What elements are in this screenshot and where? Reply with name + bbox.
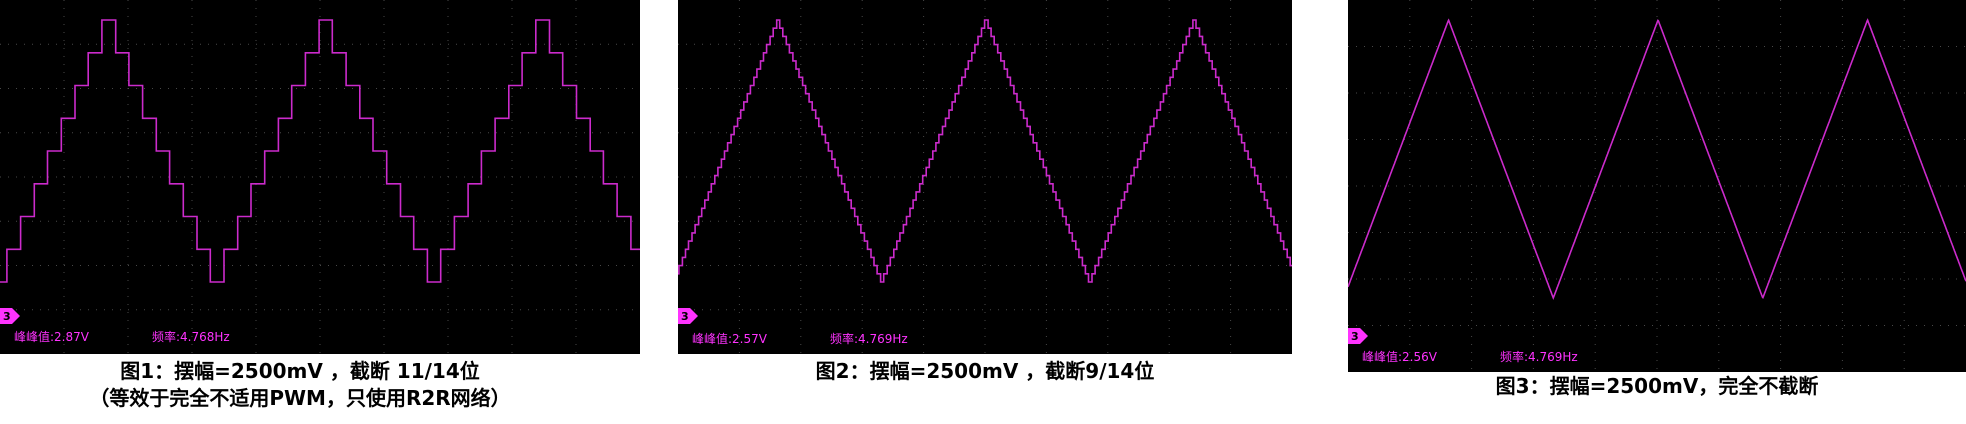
scope-plot-3: 3峰峰值:2.56V 频率:4.769Hz bbox=[1348, 0, 1966, 372]
caption-1-line1: 图1：摆幅=2500mV ，截断 11/14位 bbox=[120, 359, 480, 383]
waveform-trace bbox=[0, 19, 640, 283]
caption-1-line2: （等效于完全不适用PWM，只使用R2R网络） bbox=[89, 386, 511, 410]
caption-3: 图3：摆幅=2500mV，完全不截断 bbox=[1348, 373, 1966, 400]
caption-1: 图1：摆幅=2500mV ，截断 11/14位 （等效于完全不适用PWM，只使用… bbox=[0, 358, 680, 412]
scope-grid bbox=[1348, 0, 1966, 372]
frequency-readout: 频率:4.769Hz bbox=[830, 331, 908, 346]
channel-label: 3 bbox=[3, 310, 11, 323]
scope-plot-1: 3峰峰值:2.87V 频率:4.768Hz bbox=[0, 0, 640, 354]
frequency-readout: 频率:4.768Hz bbox=[152, 329, 230, 344]
peak-to-peak-readout: 峰峰值:2.56V bbox=[1362, 349, 1438, 364]
scope-screen-2: 3 峰峰值:2.57V 频率:4.769Hz bbox=[678, 0, 1292, 354]
scope-grid bbox=[678, 0, 1292, 354]
scope-panel-1: 3 峰峰值:2.87V 频率:4.768Hz 图1：摆幅=2500mV ，截断 11… bbox=[0, 0, 640, 424]
scope-panel-3: 3 峰峰值:2.56V 频率:4.769Hz 图3：摆幅=2500mV，完全不截断 bbox=[1348, 0, 1966, 424]
peak-to-peak-readout: 峰峰值:2.57V bbox=[692, 331, 768, 346]
waveform-trace bbox=[678, 19, 1292, 283]
scope-screen-1: 3 峰峰值:2.87V 频率:4.768Hz bbox=[0, 0, 640, 354]
frequency-readout: 频率:4.769Hz bbox=[1500, 349, 1578, 364]
channel-label: 3 bbox=[1351, 330, 1359, 343]
peak-to-peak-readout: 峰峰值:2.87V bbox=[14, 329, 90, 344]
scope-screen-3: 3 峰峰值:2.56V 频率:4.769Hz bbox=[1348, 0, 1966, 372]
channel-label: 3 bbox=[681, 310, 689, 323]
scope-panel-2: 3 峰峰值:2.57V 频率:4.769Hz 图2：摆幅=2500mV ，截断9/1… bbox=[678, 0, 1292, 424]
caption-2-line1: 图2：摆幅=2500mV ，截断9/14位 bbox=[815, 359, 1155, 383]
caption-2: 图2：摆幅=2500mV ，截断9/14位 bbox=[678, 358, 1292, 385]
scope-plot-2: 3峰峰值:2.57V 频率:4.769Hz bbox=[678, 0, 1292, 354]
caption-3-line1: 图3：摆幅=2500mV，完全不截断 bbox=[1495, 374, 1819, 398]
